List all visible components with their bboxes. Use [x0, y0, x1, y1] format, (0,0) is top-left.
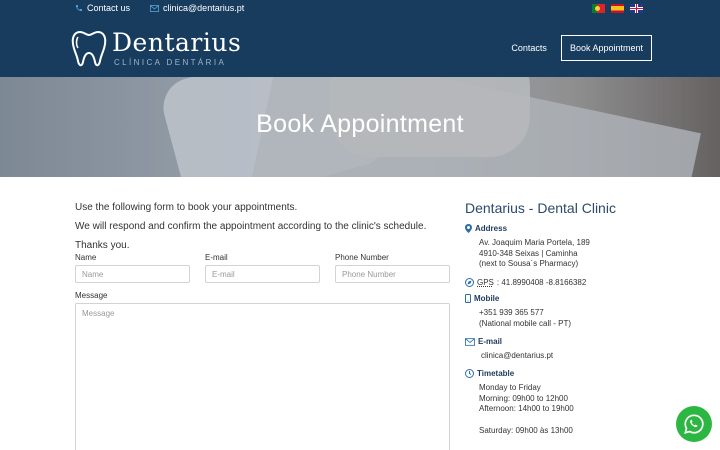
name-label: Name	[75, 253, 97, 262]
hero-banner: Book Appointment	[0, 77, 720, 177]
page-title: Book Appointment	[256, 110, 464, 138]
brand-tagline: CLÍNICA DENTÁRIA	[114, 58, 227, 67]
site-header: Contact us clinica@dentarius.pt Dentariu…	[0, 0, 720, 77]
whatsapp-button[interactable]	[676, 406, 712, 442]
phone-label: Phone Number	[335, 253, 389, 262]
nav-book-appointment-button[interactable]: Book Appointment	[560, 35, 652, 61]
email-input[interactable]: E-mail	[205, 265, 320, 283]
clock-icon	[465, 369, 474, 378]
top-contact-bar: Contact us clinica@dentarius.pt	[75, 3, 244, 13]
phone-input[interactable]: Phone Number	[335, 265, 450, 283]
phone-icon	[76, 5, 82, 11]
brand-name: Dentarius	[112, 28, 242, 57]
clinic-email[interactable]: clinica@dentarius.pt	[481, 351, 553, 362]
mobile-heading: Mobile	[474, 294, 500, 303]
address-heading: Address	[475, 224, 508, 233]
brand-logo[interactable]: Dentarius CLÍNICA DENTÁRIA	[70, 29, 241, 69]
gps-label: GPS	[477, 278, 494, 287]
timetable-morning: Morning: 09h00 to 12h00	[479, 393, 568, 403]
clinic-info-sidebar: Dentarius - Dental Clinic Address Av. Jo…	[465, 200, 665, 435]
message-textarea[interactable]: Message	[75, 303, 450, 450]
contact-us-link[interactable]: Contact us	[75, 3, 130, 13]
gps-section: GPS: 41.8990408 -8.8166382	[465, 278, 586, 287]
mobile-note: (National mobile call - PT)	[479, 318, 572, 328]
top-email-text: clinica@dentarius.pt	[163, 3, 245, 13]
timetable-days: Monday to Friday	[479, 383, 541, 392]
top-email-link[interactable]: clinica@dentarius.pt	[150, 3, 244, 13]
message-label: Message	[75, 291, 108, 300]
mobile-number[interactable]: +351 939 365 577	[479, 308, 571, 319]
gps-coordinates: : 41.8990408 -8.8166382	[496, 278, 587, 287]
map-pin-icon	[465, 224, 472, 233]
form-intro: Use the following form to book your appo…	[75, 198, 426, 255]
gps-icon	[465, 278, 474, 287]
contact-us-label: Contact us	[87, 3, 131, 13]
whatsapp-icon	[684, 414, 704, 434]
tooth-logo-icon	[71, 30, 107, 67]
flag-portuguese-icon[interactable]	[592, 4, 605, 13]
intro-line-1: Use the following form to book your appo…	[75, 202, 298, 213]
address-line-1: Av. Joaquim Maria Portela, 189	[479, 238, 590, 247]
clinic-title: Dentarius - Dental Clinic	[465, 200, 616, 216]
mobile-section: Mobile +351 939 365 577 (National mobile…	[465, 294, 571, 329]
flag-english-icon[interactable]	[630, 4, 643, 13]
address-line-3: (next to Sousa´s Pharmacy)	[479, 259, 579, 268]
timetable-section: Timetable Monday to Friday Morning: 09h0…	[465, 369, 574, 436]
mobile-icon	[465, 294, 471, 303]
timetable-afternoon: Afternoon: 14h00 to 19h00	[479, 404, 574, 413]
intro-line-2: We will respond and confirm the appointm…	[75, 221, 427, 232]
email-heading: E-mail	[478, 337, 503, 346]
timetable-heading: Timetable	[477, 369, 515, 378]
name-input[interactable]: Name	[75, 265, 190, 283]
address-section: Address Av. Joaquim Maria Portela, 189 4…	[465, 224, 590, 270]
nav-contacts-link[interactable]: Contacts	[511, 43, 547, 53]
envelope-icon	[465, 337, 475, 346]
email-section: E-mail clinica@dentarius.pt	[465, 337, 553, 362]
email-label: E-mail	[205, 253, 228, 262]
main-nav: Contacts Book Appointment	[511, 35, 652, 61]
flag-spanish-icon[interactable]	[611, 4, 624, 13]
address-line-2: 4910-348 Seixas | Caminha	[479, 248, 578, 258]
language-switcher	[592, 4, 643, 13]
mail-icon	[150, 4, 160, 12]
timetable-saturday: Saturday: 09h00 às 13h00	[479, 425, 573, 435]
